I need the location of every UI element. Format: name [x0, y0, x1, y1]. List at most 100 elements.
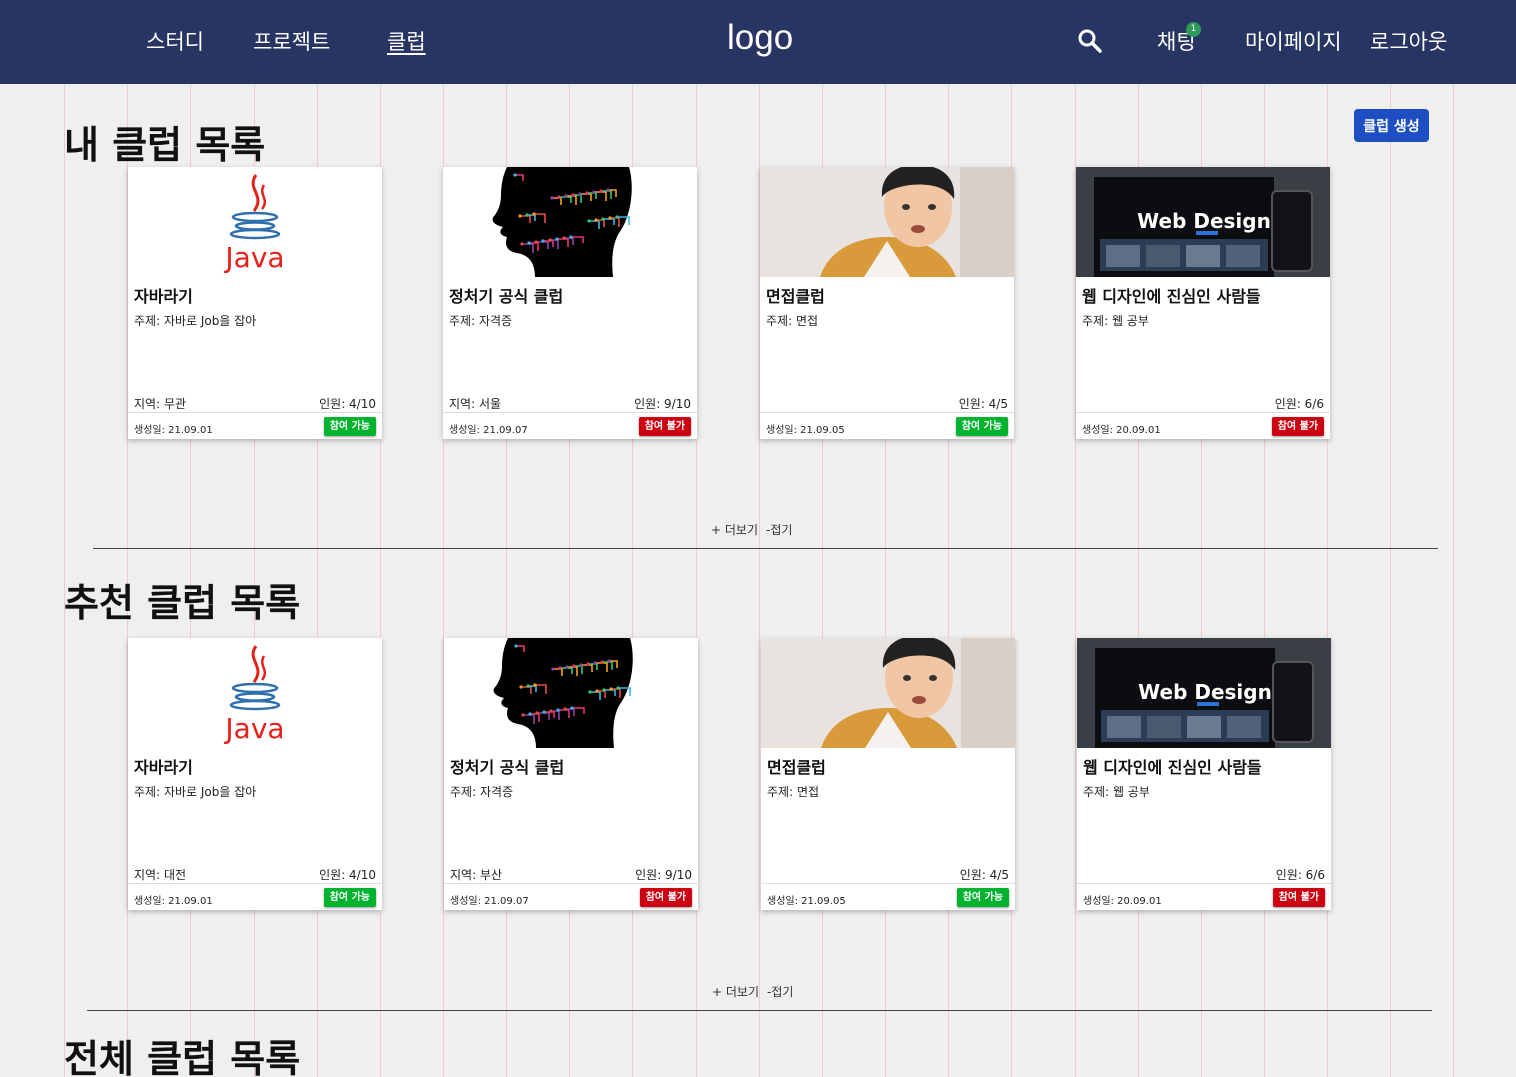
join-status-badge[interactable]: 참여 불가	[639, 888, 692, 907]
join-status-badge[interactable]: 참여 불가	[638, 417, 691, 436]
nav-logout[interactable]: 로그아웃	[1370, 26, 1447, 56]
my-clubs-pager: + 더보기 -접기	[711, 521, 792, 538]
nav-club[interactable]: 클럽	[387, 26, 426, 56]
card-divider	[761, 883, 1015, 884]
java-logo-icon: Java	[223, 174, 285, 274]
logo[interactable]: logo	[727, 18, 793, 58]
club-card[interactable]: 면접클럽 주제: 면접 인원: 4/5 생성일: 21.09.05 참여 가능	[760, 167, 1014, 439]
club-card[interactable]: Java 자바라기 주제: 자바로 Job을 잡아 지역: 무관 인원: 4/1…	[128, 167, 382, 439]
club-created-date: 생성일: 21.09.07	[449, 425, 528, 436]
card-divider	[760, 412, 1014, 413]
club-region: 지역: 무관	[134, 397, 187, 411]
recommended-clubs-pager: + 더보기 -접기	[712, 983, 793, 1000]
nav-project[interactable]: 프로젝트	[253, 26, 330, 56]
club-topic: 주제: 자바로 Job을 잡아	[134, 314, 257, 328]
club-created-date: 생성일: 21.09.05	[767, 896, 846, 907]
fold-button[interactable]: -접기	[766, 521, 792, 538]
card-divider	[128, 883, 382, 884]
club-members: 인원: 4/5	[958, 397, 1008, 411]
club-region: 지역: 대전	[134, 868, 187, 882]
section-divider	[93, 548, 1438, 549]
club-members: 인원: 9/10	[635, 868, 692, 882]
club-members: 인원: 4/10	[319, 868, 376, 882]
web-design-banner-image: Web Design	[1077, 638, 1331, 748]
web-design-banner-text: Web Design	[1138, 680, 1272, 704]
person-photo-image	[761, 638, 1015, 748]
club-topic: 주제: 자격증	[450, 785, 514, 799]
brain-circuit-image	[444, 638, 698, 748]
card-divider	[443, 412, 697, 413]
show-more-button[interactable]: + 더보기	[711, 521, 758, 538]
club-card[interactable]: 정처기 공식 클럽 주제: 자격증 지역: 서울 인원: 9/10 생성일: 2…	[443, 167, 697, 439]
join-status-badge[interactable]: 참여 가능	[323, 417, 376, 436]
join-status-badge[interactable]: 참여 가능	[956, 888, 1009, 907]
join-status-badge[interactable]: 참여 가능	[955, 417, 1008, 436]
club-thumbnail	[760, 167, 1014, 277]
club-card[interactable]: Web Design 웹 디자인에 진심인 사람들 주제: 웹 공부 인원: 6…	[1076, 167, 1330, 439]
club-created-date: 생성일: 20.09.01	[1082, 425, 1161, 436]
club-thumbnail: Java	[128, 167, 382, 277]
club-name: 정처기 공식 클럽	[449, 287, 564, 306]
club-card[interactable]: Java 자바라기 주제: 자바로 Job을 잡아 지역: 대전 인원: 4/1…	[128, 638, 382, 910]
club-name: 웹 디자인에 진심인 사람들	[1082, 287, 1261, 306]
web-design-banner-image: Web Design	[1076, 167, 1330, 277]
join-status-badge[interactable]: 참여 불가	[1271, 417, 1324, 436]
chat-notification-badge: 1	[1186, 22, 1201, 37]
club-members: 인원: 9/10	[634, 397, 691, 411]
create-club-button[interactable]: 클럽 생성	[1354, 109, 1429, 142]
club-name: 자바라기	[134, 287, 193, 306]
person-photo-image	[760, 167, 1014, 277]
club-thumbnail	[443, 167, 697, 277]
club-name: 정처기 공식 클럽	[450, 758, 565, 777]
fold-button[interactable]: -접기	[767, 983, 793, 1000]
club-created-date: 생성일: 21.09.01	[134, 425, 213, 436]
recommended-clubs-title: 추천 클럽 목록	[64, 581, 301, 625]
club-created-date: 생성일: 21.09.05	[766, 425, 845, 436]
brain-circuit-image	[443, 167, 697, 277]
show-more-button[interactable]: + 더보기	[712, 983, 759, 1000]
top-navigation-bar: 스터디 프로젝트 클럽 logo 채팅 1 마이페이지 로그아웃	[0, 0, 1516, 84]
card-divider	[444, 883, 698, 884]
join-status-badge[interactable]: 참여 불가	[1272, 888, 1325, 907]
club-created-date: 생성일: 20.09.01	[1083, 896, 1162, 907]
java-logo-text: Java	[223, 241, 284, 274]
java-logo-icon: Java	[223, 645, 285, 745]
all-clubs-title: 전체 클럽 목록	[64, 1037, 301, 1077]
club-thumbnail: Web Design	[1077, 638, 1331, 748]
club-topic: 주제: 면접	[766, 314, 819, 328]
club-topic: 주제: 자격증	[449, 314, 513, 328]
club-thumbnail	[761, 638, 1015, 748]
club-members: 인원: 6/6	[1275, 868, 1325, 882]
club-created-date: 생성일: 21.09.07	[450, 896, 529, 907]
club-thumbnail: Web Design	[1076, 167, 1330, 277]
nav-study[interactable]: 스터디	[146, 26, 204, 56]
join-status-badge[interactable]: 참여 가능	[323, 888, 376, 907]
club-created-date: 생성일: 21.09.01	[134, 896, 213, 907]
search-icon[interactable]	[1077, 28, 1103, 54]
club-members: 인원: 6/6	[1274, 397, 1324, 411]
web-design-banner-text: Web Design	[1137, 209, 1271, 233]
club-region: 지역: 서울	[449, 397, 502, 411]
club-card[interactable]: Web Design 웹 디자인에 진심인 사람들 주제: 웹 공부 인원: 6…	[1077, 638, 1331, 910]
card-divider	[1077, 883, 1331, 884]
club-thumbnail	[444, 638, 698, 748]
club-card[interactable]: 정처기 공식 클럽 주제: 자격증 지역: 부산 인원: 9/10 생성일: 2…	[444, 638, 698, 910]
club-name: 면접클럽	[767, 758, 826, 777]
club-topic: 주제: 자바로 Job을 잡아	[134, 785, 257, 799]
club-region: 지역: 부산	[450, 868, 503, 882]
club-topic: 주제: 웹 공부	[1082, 314, 1149, 328]
club-card[interactable]: 면접클럽 주제: 면접 인원: 4/5 생성일: 21.09.05 참여 가능	[761, 638, 1015, 910]
club-members: 인원: 4/5	[959, 868, 1009, 882]
nav-mypage[interactable]: 마이페이지	[1245, 26, 1342, 56]
club-name: 면접클럽	[766, 287, 825, 306]
my-clubs-title: 내 클럽 목록	[64, 123, 266, 167]
card-divider	[1076, 412, 1330, 413]
section-divider	[87, 1010, 1432, 1011]
java-logo-text: Java	[223, 712, 284, 745]
club-topic: 주제: 웹 공부	[1083, 785, 1150, 799]
club-thumbnail: Java	[128, 638, 382, 748]
card-divider	[128, 412, 382, 413]
club-topic: 주제: 면접	[767, 785, 820, 799]
club-members: 인원: 4/10	[319, 397, 376, 411]
club-name: 웹 디자인에 진심인 사람들	[1083, 758, 1262, 777]
